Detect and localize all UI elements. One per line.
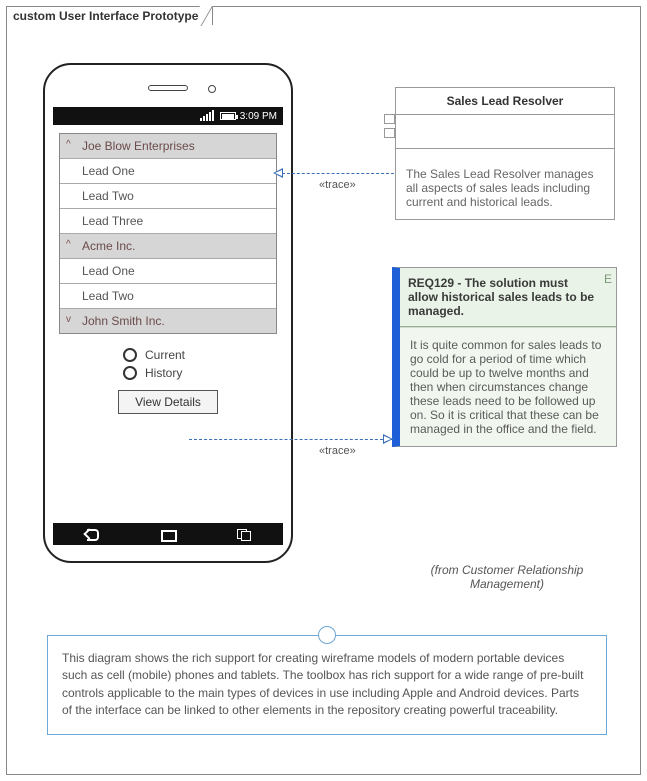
trace-connector <box>282 173 394 174</box>
list-item[interactable]: Lead Three <box>60 209 276 234</box>
list-item-label: Lead Two <box>82 289 134 303</box>
diagram-note: This diagram shows the rich support for … <box>47 635 607 735</box>
element-title: Sales Lead Resolver <box>396 88 614 115</box>
requirement-title-text: REQ129 - The solution must allow histori… <box>408 276 594 318</box>
port-icon <box>384 128 395 138</box>
lead-list: Joe Blow Enterprises Lead One Lead Two L… <box>59 133 277 334</box>
frame-title: custom User Interface Prototype <box>13 9 198 23</box>
trace-label: «trace» <box>319 445 356 457</box>
element-description: The Sales Lead Resolver manages all aspe… <box>396 149 614 219</box>
list-item[interactable]: Lead Two <box>60 284 276 309</box>
list-group-label: Acme Inc. <box>82 239 135 253</box>
from-package-label: (from Customer Relationship Management) <box>402 563 612 591</box>
radio-label: Current <box>145 348 185 362</box>
requirement-body: It is quite common for sales leads to go… <box>400 327 616 446</box>
phone-camera-icon <box>208 85 216 93</box>
diagram-frame: custom User Interface Prototype 3:09 PM … <box>6 6 641 775</box>
list-group[interactable]: Acme Inc. <box>60 234 276 259</box>
list-item[interactable]: Lead One <box>60 259 276 284</box>
filter-radios: Current History <box>123 348 283 380</box>
view-details-button[interactable]: View Details <box>118 390 218 414</box>
list-group[interactable]: Joe Blow Enterprises <box>60 134 276 159</box>
note-text: This diagram shows the rich support for … <box>62 651 583 717</box>
android-navbar <box>53 523 283 545</box>
signal-icon <box>200 111 214 121</box>
trace-label: «trace» <box>319 179 356 191</box>
list-item-label: Lead One <box>82 264 135 278</box>
radio-current[interactable]: Current <box>123 348 283 362</box>
list-item-label: Lead Three <box>82 214 143 228</box>
radio-label: History <box>145 366 182 380</box>
requirement-title: REQ129 - The solution must allow histori… <box>400 268 616 327</box>
trace-arrow-icon <box>383 434 393 444</box>
radio-history[interactable]: History <box>123 366 283 380</box>
requirement-element[interactable]: REQ129 - The solution must allow histori… <box>392 267 617 447</box>
element-type-badge: E <box>604 272 612 286</box>
radio-icon <box>123 366 137 380</box>
recent-apps-icon[interactable] <box>237 527 253 541</box>
list-item-label: Lead Two <box>82 189 134 203</box>
list-group-label: John Smith Inc. <box>82 314 165 328</box>
trace-connector <box>189 439 393 440</box>
list-item[interactable]: Lead One <box>60 159 276 184</box>
phone-screen: Joe Blow Enterprises Lead One Lead Two L… <box>53 127 283 521</box>
list-group-label: Joe Blow Enterprises <box>82 139 195 153</box>
frame-title-tab: custom User Interface Prototype <box>6 6 213 25</box>
trace-arrow-icon <box>273 168 283 178</box>
list-item-label: Lead One <box>82 164 135 178</box>
sales-lead-resolver-element[interactable]: Sales Lead Resolver The Sales Lead Resol… <box>395 87 615 220</box>
status-bar: 3:09 PM <box>53 107 283 125</box>
phone-speaker-icon <box>148 85 188 91</box>
list-item[interactable]: Lead Two <box>60 184 276 209</box>
note-pin-icon <box>318 626 336 644</box>
back-icon[interactable] <box>83 527 99 541</box>
list-group[interactable]: John Smith Inc. <box>60 309 276 333</box>
radio-icon <box>123 348 137 362</box>
home-icon[interactable] <box>160 527 176 541</box>
status-time: 3:09 PM <box>240 111 277 122</box>
phone-wireframe: 3:09 PM Joe Blow Enterprises Lead One Le… <box>43 63 293 563</box>
battery-icon <box>220 112 236 120</box>
port-icon <box>384 114 395 124</box>
